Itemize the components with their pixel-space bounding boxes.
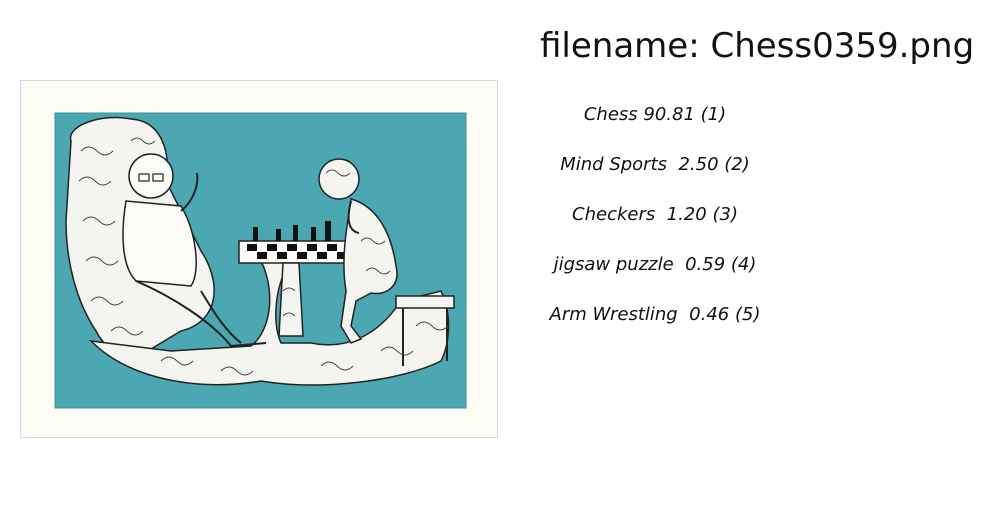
prediction-list: Chess 90.81 (1) Mind Sports 2.50 (2) Che… — [510, 100, 800, 350]
prediction-item: Checkers 1.20 (3) — [572, 204, 738, 225]
prediction-item: jigsaw puzzle 0.59 (4) — [553, 254, 757, 275]
prediction-item: Chess 90.81 (1) — [583, 104, 727, 125]
brain-chess-illustration — [54, 112, 467, 409]
filename-title: filename: Chess0359.png — [540, 26, 975, 66]
chess-meme-image — [20, 80, 498, 438]
prediction-item: Arm Wrestling 0.46 (5) — [549, 304, 761, 325]
prediction-item: Mind Sports 2.50 (2) — [560, 154, 750, 175]
